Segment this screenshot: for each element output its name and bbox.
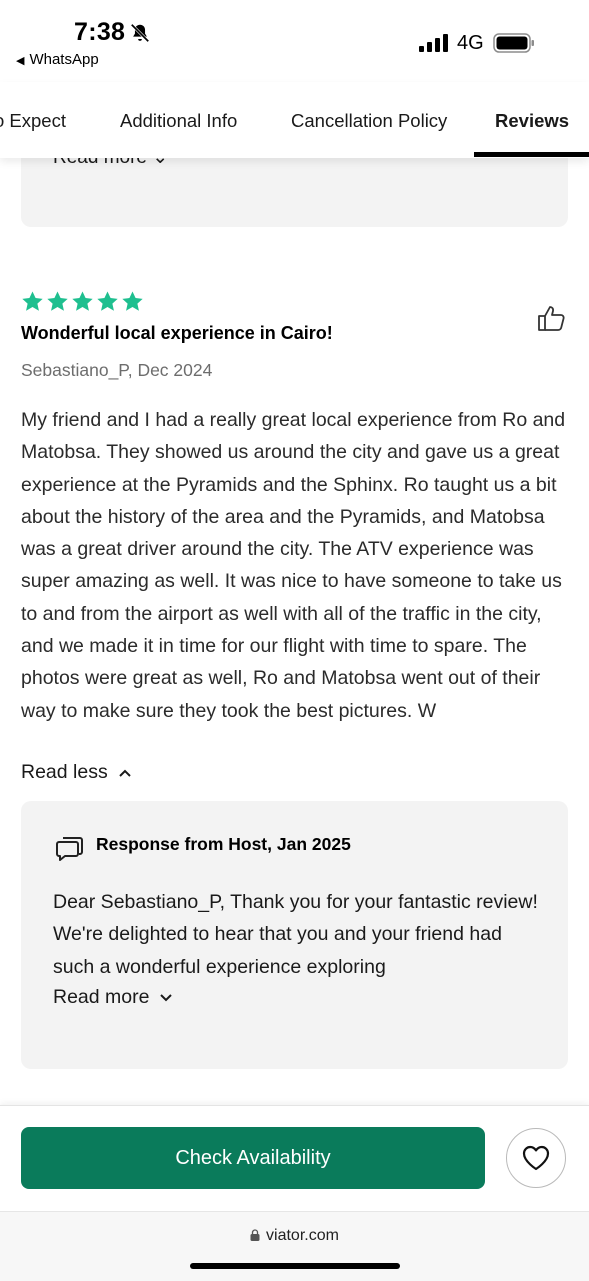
read-less-link[interactable]: Read less [21, 761, 132, 784]
rating-stars [21, 290, 146, 314]
clock: 7:38 [74, 18, 126, 46]
battery-icon [493, 33, 534, 53]
chat-bubbles-icon [56, 837, 83, 861]
tab-additional-info[interactable]: Additional Info [120, 110, 237, 132]
url-text: viator.com [266, 1227, 339, 1244]
tab-reviews[interactable]: Reviews [495, 110, 569, 132]
chevron-down-icon [160, 994, 173, 1002]
review-title: Wonderful local experience in Cairo! [21, 323, 333, 343]
home-indicator[interactable] [190, 1263, 400, 1269]
review-author-date: Sebastiano_P, Dec 2024 [21, 360, 213, 380]
tab-cancellation-policy[interactable]: Cancellation Policy [291, 110, 447, 132]
tab-what-to-expect[interactable]: o Expect [0, 110, 66, 132]
read-less-label: Read less [21, 761, 108, 783]
url-display[interactable]: viator.com [0, 1227, 589, 1245]
section-tabs: o Expect Additional Info Cancellation Po… [0, 82, 589, 158]
review-text: My friend and I had a really great local… [21, 409, 566, 722]
star-icon [122, 291, 143, 311]
back-to-app-link[interactable]: ◀ WhatsApp [16, 51, 99, 68]
host-response-title: Response from Host, Jan 2025 [96, 834, 351, 854]
browser-url-bar[interactable] [0, 1211, 589, 1281]
star-icon [22, 291, 43, 311]
signal-icon [419, 34, 448, 52]
lock-icon [250, 1229, 260, 1241]
thumbs-up-icon[interactable] [536, 302, 568, 334]
host-response-text: Dear Sebastiano_P, Thank you for your fa… [53, 891, 538, 978]
bell-muted-icon [130, 23, 150, 43]
status-bar: 7:38 ◀ WhatsApp 4G [0, 0, 589, 82]
heart-icon [522, 1145, 550, 1171]
check-availability-button[interactable]: Check Availability [21, 1127, 485, 1189]
star-icon [47, 291, 68, 311]
host-read-more-label: Read more [53, 986, 150, 1008]
chevron-up-icon [119, 769, 131, 777]
network-type: 4G [457, 32, 484, 54]
star-icon [72, 291, 93, 311]
back-app-label: WhatsApp [29, 51, 99, 68]
active-tab-indicator [474, 152, 589, 157]
host-read-more-link[interactable]: Read more [53, 986, 173, 1009]
star-icon [97, 291, 118, 311]
save-to-wishlist-button[interactable] [506, 1128, 566, 1188]
